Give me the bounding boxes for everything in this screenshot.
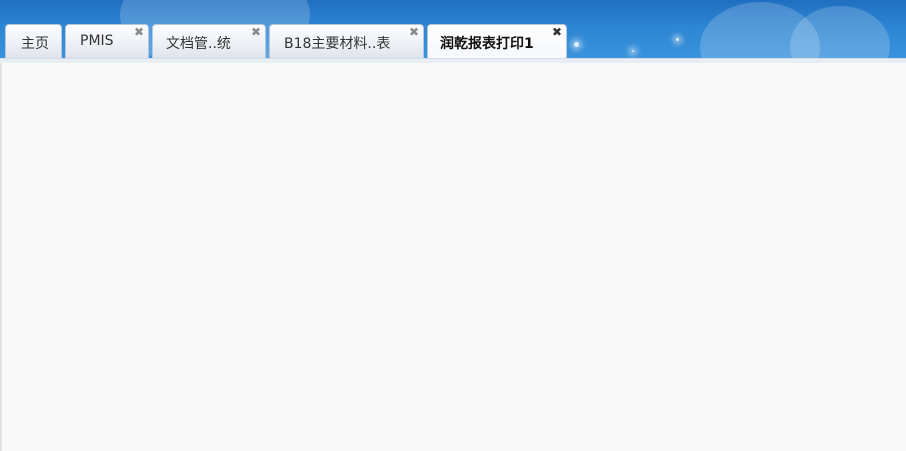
tab-home[interactable]: 主页 xyxy=(5,24,62,58)
close-icon[interactable]: ✖ xyxy=(251,26,261,38)
tab-label: B18主要材料..表 xyxy=(284,36,391,52)
tab-label: 润乾报表打印1 xyxy=(440,36,534,52)
tab-strip: 主页 PMIS ✖ 文档管..统 ✖ B18主要材料..表 ✖ 润乾报表打印1 … xyxy=(0,22,906,58)
tab-label: 文档管..统 xyxy=(166,36,231,52)
tab-b18-materials[interactable]: B18主要材料..表 ✖ xyxy=(269,24,424,58)
close-icon[interactable]: ✖ xyxy=(134,26,144,38)
content-panel xyxy=(0,63,906,451)
tab-document-management[interactable]: 文档管..统 ✖ xyxy=(152,24,266,58)
close-icon[interactable]: ✖ xyxy=(552,26,562,38)
tab-pmis[interactable]: PMIS ✖ xyxy=(65,24,149,58)
tab-label: 主页 xyxy=(21,36,49,52)
header-banner: 主页 PMIS ✖ 文档管..统 ✖ B18主要材料..表 ✖ 润乾报表打印1 … xyxy=(0,0,906,58)
tab-report-print[interactable]: 润乾报表打印1 ✖ xyxy=(427,24,567,58)
tab-label: PMIS xyxy=(80,33,114,49)
close-icon[interactable]: ✖ xyxy=(409,26,419,38)
